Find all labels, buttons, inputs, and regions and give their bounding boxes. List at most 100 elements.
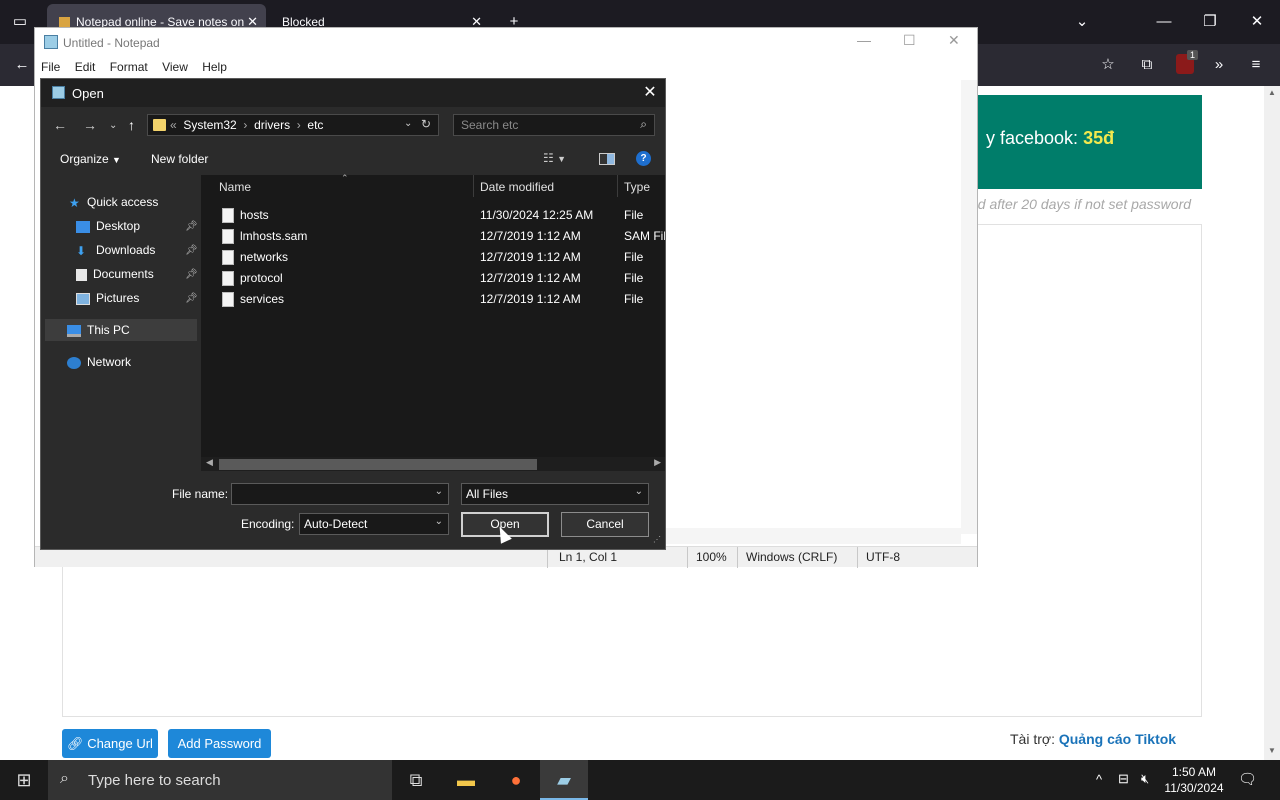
status-encoding: UTF-8	[866, 550, 900, 564]
chevron-down-icon: ⌄	[434, 516, 443, 527]
help-icon[interactable]: ?	[636, 151, 651, 166]
status-zoom: 100%	[696, 550, 727, 564]
breadcrumb-overflow[interactable]: «	[170, 118, 177, 132]
sidebar-item-documents[interactable]: Documents	[76, 263, 154, 285]
scroll-left-icon[interactable]: ◀	[206, 457, 213, 468]
breadcrumb-separator: ›	[243, 118, 248, 132]
view-options-icon[interactable]: ☷ ▼	[543, 151, 566, 165]
extensions-puzzle-icon[interactable]: ⧉	[1137, 55, 1157, 75]
dialog-close-icon[interactable]: ✕	[639, 82, 661, 102]
column-header-type[interactable]: Type	[624, 180, 650, 194]
breadcrumb-system32[interactable]: System32	[183, 118, 236, 132]
organize-button[interactable]: Organize ▼	[60, 152, 121, 166]
minimize-browser-icon[interactable]: —	[1154, 12, 1174, 32]
menu-help[interactable]: Help	[202, 60, 227, 74]
refresh-icon[interactable]: ↻	[421, 117, 431, 131]
notification-center-icon[interactable]: 🗨︎	[1238, 770, 1257, 788]
scroll-up-icon[interactable]: ▲	[1268, 88, 1276, 97]
search-etc-input[interactable]: Search etc ⌕	[453, 114, 655, 136]
file-icon	[222, 229, 234, 244]
sidebar-item-this-pc[interactable]: This PC	[67, 319, 130, 341]
sidebar-item-downloads[interactable]: ⬇ Downloads	[76, 239, 155, 261]
volume-muted-icon[interactable]: 🔇︎	[1141, 771, 1149, 787]
overflow-chevrons-icon[interactable]: »	[1209, 55, 1229, 75]
sidebar-label: Network	[87, 355, 132, 369]
minimize-icon[interactable]: —	[857, 32, 871, 48]
sidebar-label: Documents	[93, 267, 154, 281]
sidebar-item-quick-access[interactable]: ★ Quick access	[69, 191, 158, 213]
menu-view[interactable]: View	[162, 60, 188, 74]
preview-pane-icon[interactable]	[599, 153, 615, 165]
sponsor-link[interactable]: Quảng cáo Tiktok	[1059, 731, 1176, 747]
windows-start-icon[interactable]: ⊞	[0, 760, 48, 800]
file-name-label: File name:	[172, 487, 229, 501]
page-scrollbar[interactable]: ▲ ▼	[1264, 86, 1280, 760]
file-row[interactable]: networks 12/7/2019 1:12 AM File	[201, 247, 665, 268]
forward-arrow-icon[interactable]: →	[83, 117, 97, 133]
file-list-hscrollbar[interactable]: ◀ ▶	[201, 457, 665, 471]
column-header-date[interactable]: Date modified	[480, 180, 554, 194]
change-url-label: Change Url	[87, 736, 153, 751]
maximize-icon[interactable]: ☐	[903, 32, 916, 49]
sidebar-item-pictures[interactable]: Pictures	[76, 287, 139, 309]
organize-label: Organize	[60, 152, 109, 166]
file-date: 12/7/2019 1:12 AM	[480, 250, 581, 264]
cancel-button[interactable]: Cancel	[561, 512, 649, 537]
tab-overview-icon[interactable]: ▭	[10, 12, 30, 32]
ublock-icon[interactable]: 1	[1176, 50, 1198, 74]
notepad-taskbar-icon[interactable]: ▰	[540, 760, 588, 800]
file-type-filter-select[interactable]: All Files ⌄	[461, 483, 649, 505]
file-row[interactable]: protocol 12/7/2019 1:12 AM File	[201, 268, 665, 289]
file-name: services	[240, 292, 285, 306]
close-icon[interactable]: ✕	[948, 32, 960, 49]
new-folder-button[interactable]: New folder	[151, 152, 208, 166]
scroll-right-icon[interactable]: ▶	[654, 457, 661, 468]
notepad-hscrollbar[interactable]	[665, 528, 961, 544]
address-dropdown-chevron-icon[interactable]: ⌄	[404, 118, 412, 129]
scroll-thumb[interactable]	[219, 459, 537, 470]
add-password-button[interactable]: Add Password	[168, 729, 271, 758]
breadcrumb-etc[interactable]: etc	[307, 118, 323, 132]
scroll-down-icon[interactable]: ▼	[1268, 746, 1276, 755]
breadcrumb-drivers[interactable]: drivers	[254, 118, 290, 132]
menu-format[interactable]: Format	[110, 60, 148, 74]
menu-file[interactable]: File	[41, 60, 60, 74]
dialog-footer: File name: ⌄ All Files ⌄ Encoding: Auto-…	[41, 471, 665, 549]
notepad-vscrollbar[interactable]	[961, 80, 977, 534]
menu-edit[interactable]: Edit	[75, 60, 96, 74]
taskbar-clock[interactable]: 1:50 AM 11/30/2024	[1158, 764, 1230, 796]
resize-grip-icon[interactable]: ⋰	[653, 535, 661, 544]
file-explorer-icon[interactable]: ▬	[442, 760, 490, 800]
taskbar-search-box[interactable]: ⌕ Type here to search	[48, 760, 392, 800]
sidebar-item-desktop[interactable]: Desktop	[76, 215, 140, 237]
chevron-down-icon[interactable]: ⌄	[435, 486, 443, 497]
change-url-button[interactable]: 🔗︎ Change Url	[62, 729, 158, 758]
hamburger-menu-icon[interactable]: ≡	[1246, 55, 1266, 75]
show-hidden-icons-chevron-icon[interactable]: ^	[1096, 772, 1102, 787]
file-type: File	[624, 271, 644, 285]
encoding-value: Auto-Detect	[304, 517, 368, 531]
pin-icon: 📌︎	[185, 269, 198, 280]
file-row[interactable]: services 12/7/2019 1:12 AM File	[201, 289, 665, 310]
task-view-icon[interactable]: ⧉	[392, 760, 440, 800]
bookmark-star-icon[interactable]: ☆	[1098, 55, 1118, 75]
file-date: 12/7/2019 1:12 AM	[480, 292, 581, 306]
firefox-icon[interactable]: ●	[492, 760, 540, 800]
back-arrow-icon[interactable]: ←	[12, 55, 32, 75]
address-bar[interactable]: « System32 › drivers › etc ⌄ ↻	[147, 114, 439, 136]
recent-locations-chevron-icon[interactable]: ⌄	[109, 120, 117, 131]
back-arrow-icon[interactable]: ←	[53, 117, 67, 133]
sidebar-item-network[interactable]: Network	[67, 351, 131, 373]
file-name-input[interactable]: ⌄	[231, 483, 449, 505]
notepad-app-icon	[44, 35, 58, 49]
list-tabs-chevron-icon[interactable]: ⌄	[1072, 12, 1092, 32]
file-row[interactable]: lmhosts.sam 12/7/2019 1:12 AM SAM File	[201, 226, 665, 247]
column-header-name[interactable]: Name	[219, 180, 251, 194]
file-row[interactable]: hosts 11/30/2024 12:25 AM File	[201, 205, 665, 226]
encoding-select[interactable]: Auto-Detect ⌄	[299, 513, 449, 535]
close-browser-icon[interactable]: ✕	[1247, 12, 1267, 32]
restore-browser-icon[interactable]: ❐	[1200, 12, 1220, 32]
network-icon[interactable]: ⊟	[1118, 771, 1129, 787]
promo-banner[interactable]: y facebook: 35đ	[970, 95, 1202, 189]
up-folder-arrow-icon[interactable]: ↑	[128, 117, 135, 133]
